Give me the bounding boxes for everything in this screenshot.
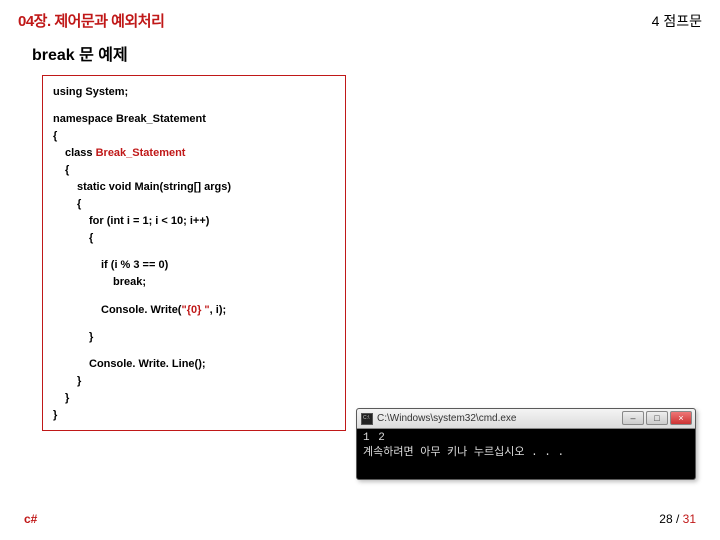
code-line: } [53, 407, 335, 424]
console-output-line: 계속하려면 아무 키나 누르십시오 . . . [363, 446, 689, 461]
console-app-icon [361, 413, 373, 425]
code-line: class Break_Statement [53, 145, 335, 162]
code-line: Console. Write. Line(); [53, 356, 335, 373]
slide-title: break 문 예제 [32, 41, 702, 65]
console-output-line: 1 2 [363, 431, 689, 446]
code-line: } [53, 390, 335, 407]
code-line: for (int i = 1; i < 10; i++) [53, 213, 335, 230]
code-line: { [53, 162, 335, 179]
code-block: using System; namespace Break_Statement … [42, 75, 346, 431]
code-line: { [53, 196, 335, 213]
code-line: { [53, 230, 335, 247]
slide-footer: c# 28 / 31 [24, 512, 696, 526]
code-line: } [53, 373, 335, 390]
maximize-button[interactable]: □ [646, 411, 668, 425]
console-window: C:\Windows\system32\cmd.exe – □ × 1 2 계속… [356, 408, 696, 480]
console-title: C:\Windows\system32\cmd.exe [377, 413, 517, 424]
code-line: Console. Write("{0} ", i); [53, 302, 335, 319]
slide-header: 04장. 제어문과 예외처리 4 점프문 [18, 10, 702, 31]
code-line: static void Main(string[] args) [53, 179, 335, 196]
code-line: if (i % 3 == 0) [53, 257, 335, 274]
section-title: 4 점프문 [652, 11, 702, 31]
code-line: } [53, 329, 335, 346]
code-line: namespace Break_Statement [53, 111, 335, 128]
code-line: { [53, 128, 335, 145]
console-titlebar: C:\Windows\system32\cmd.exe – □ × [357, 409, 695, 429]
code-line: break; [53, 274, 335, 291]
code-line: using System; [53, 84, 335, 101]
page-number: 28 / 31 [659, 512, 696, 526]
window-buttons: – □ × [622, 411, 692, 425]
console-body: 1 2 계속하려면 아무 키나 누르십시오 . . . [357, 429, 695, 463]
close-button[interactable]: × [670, 411, 692, 425]
footer-language: c# [24, 512, 37, 526]
minimize-button[interactable]: – [622, 411, 644, 425]
chapter-title: 04장. 제어문과 예외처리 [18, 10, 164, 31]
